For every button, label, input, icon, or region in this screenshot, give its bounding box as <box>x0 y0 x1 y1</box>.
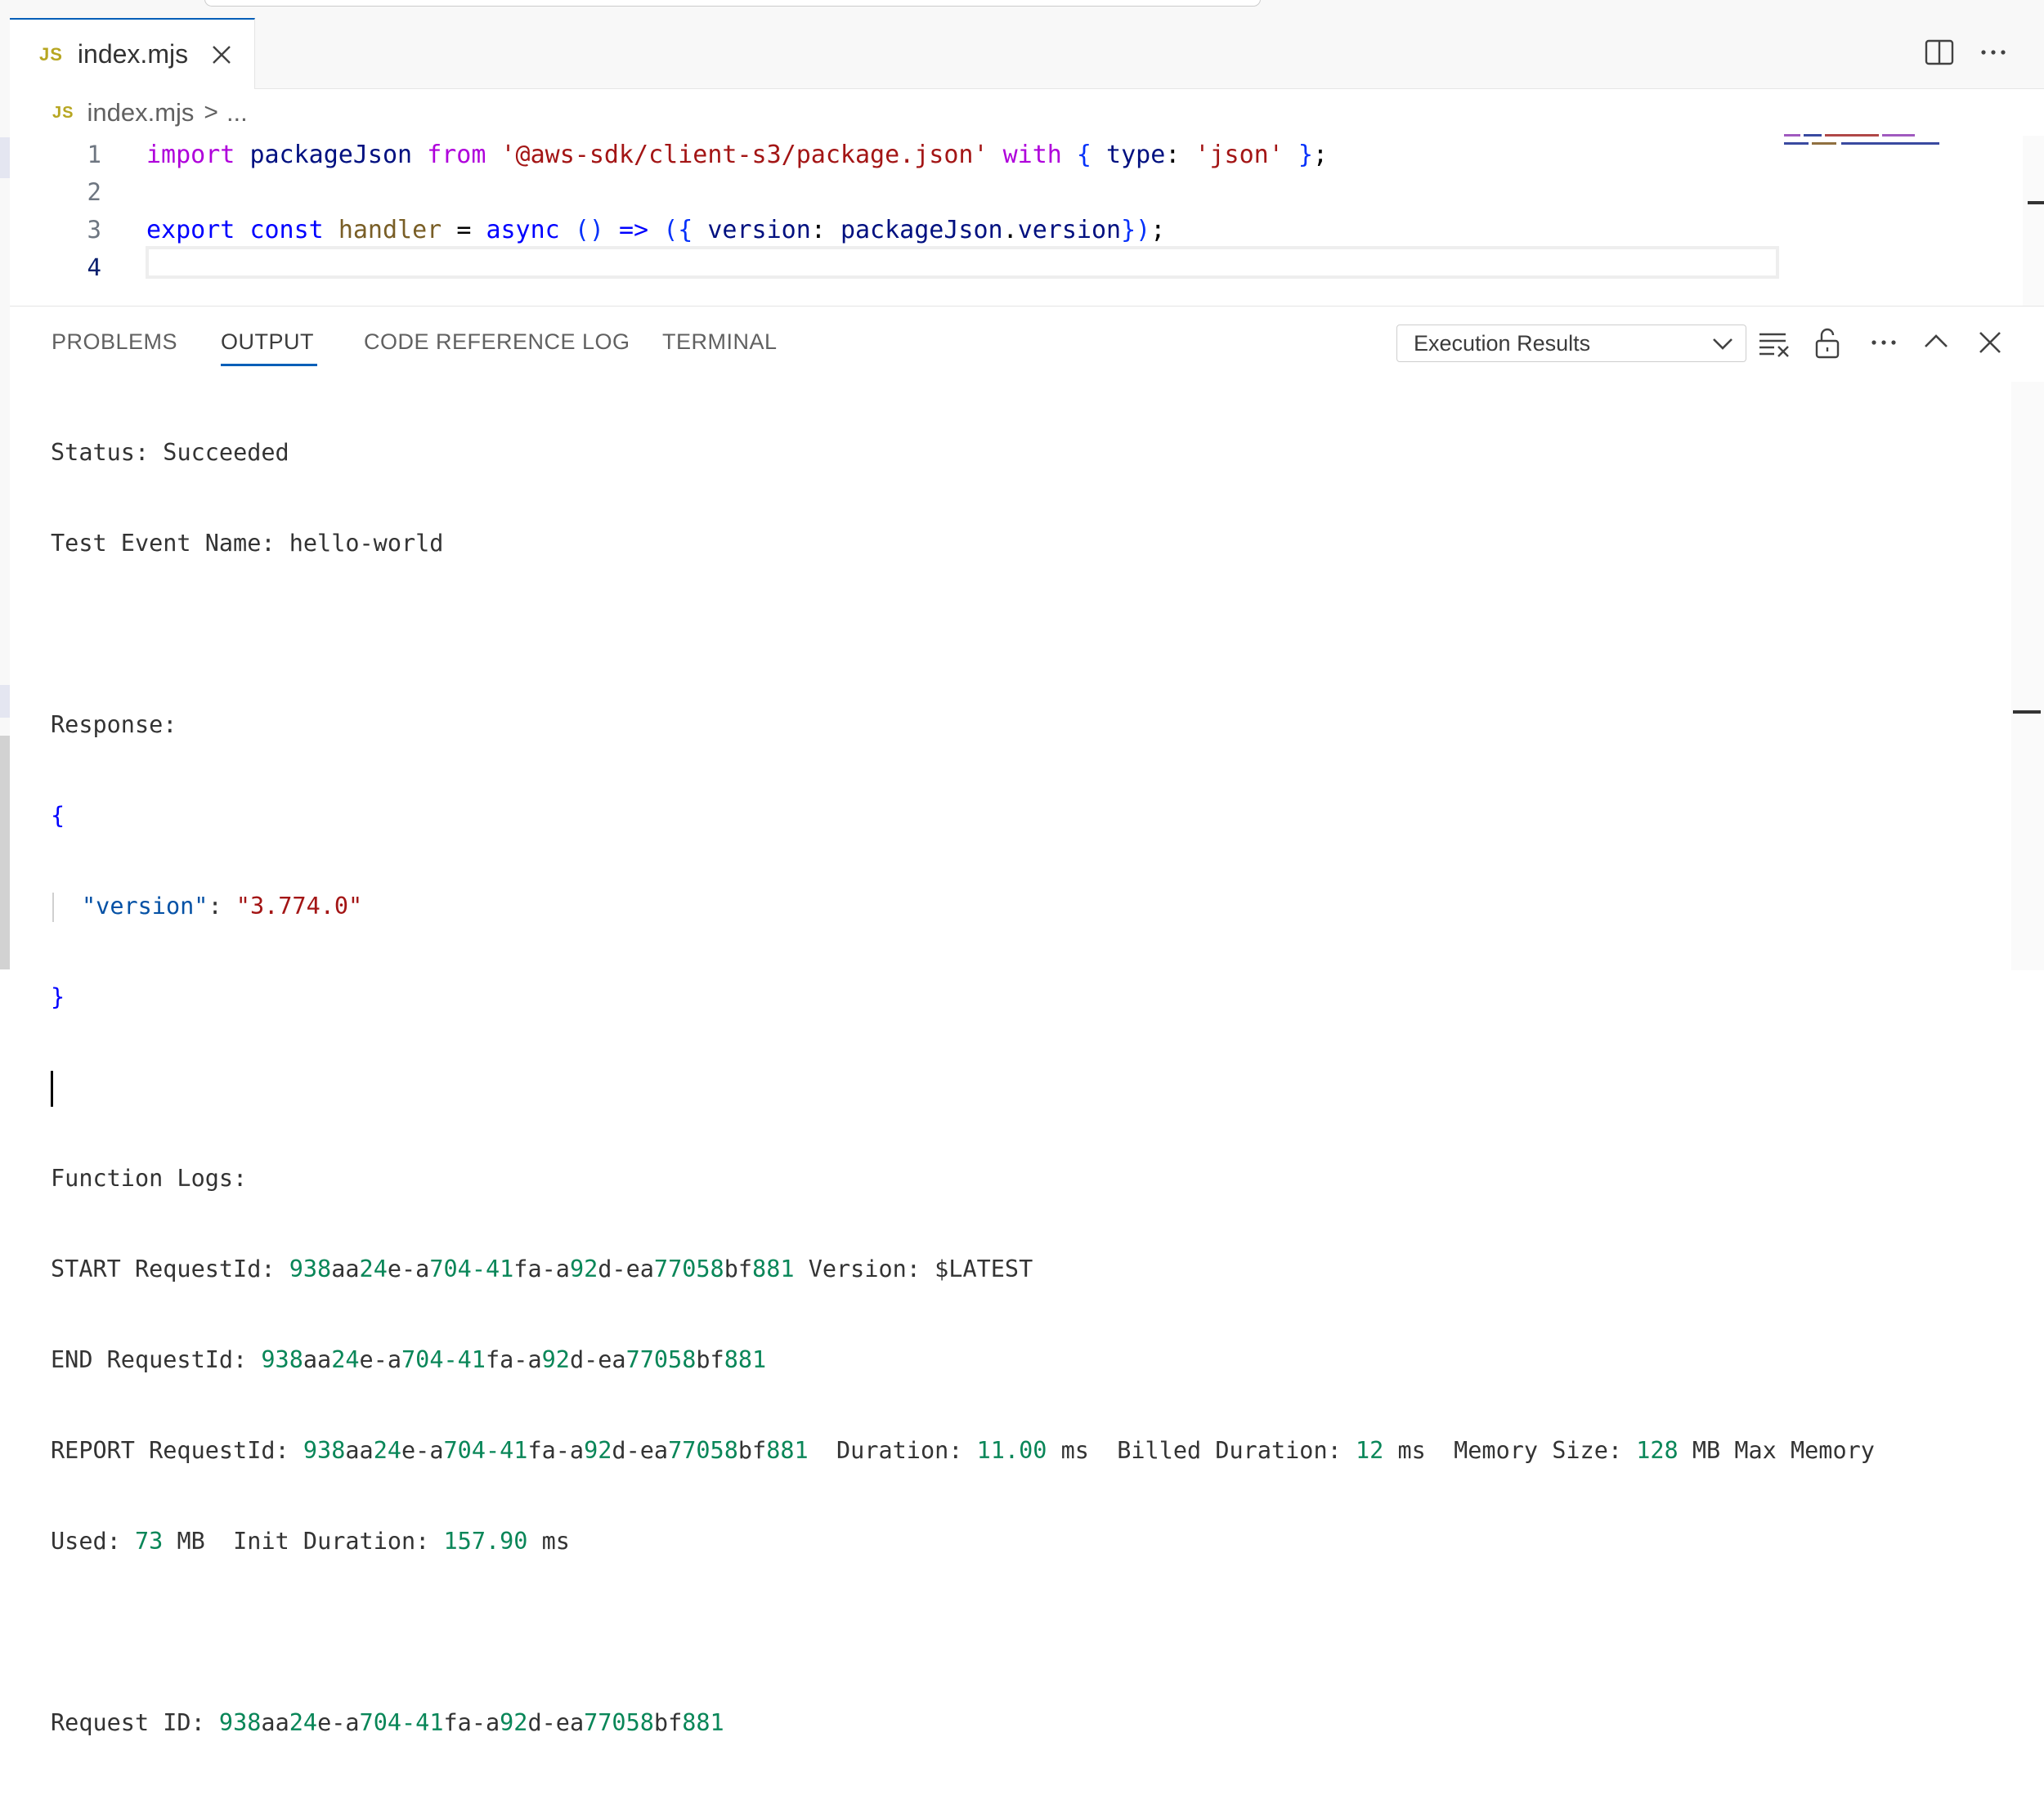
breadcrumb-file[interactable]: index.mjs <box>87 98 194 128</box>
output-line: Status: Succeeded <box>51 439 289 466</box>
output-line: { <box>51 802 65 829</box>
editor-scrollbar[interactable] <box>2023 136 2044 306</box>
request-id: 938aa24e-a704-41fa-a92d-ea77058bf881 <box>303 1437 809 1464</box>
panel-scrollbar[interactable] <box>2011 382 2044 970</box>
chevron-right-icon: > <box>204 99 218 126</box>
line-number: 4 <box>87 253 101 281</box>
tab-output[interactable]: OUTPUT <box>221 329 314 355</box>
line-number: 1 <box>87 141 101 168</box>
activity-marker <box>0 736 10 969</box>
output-line <box>51 1069 2013 1107</box>
maximize-panel-icon[interactable] <box>1918 325 1954 360</box>
output-line: "version": "3.774.0" <box>51 888 2013 924</box>
scroll-position-marker <box>2013 710 2041 714</box>
request-id: 938aa24e-a704-41fa-a92d-ea77058bf881 <box>289 1256 795 1282</box>
command-center[interactable] <box>204 0 1261 7</box>
request-id: 938aa24e-a704-41fa-a92d-ea77058bf881 <box>218 1709 724 1736</box>
javascript-file-icon: JS <box>39 43 63 65</box>
title-bar <box>10 0 2044 19</box>
output-channel-select[interactable]: Execution Results <box>1396 325 1746 362</box>
breadcrumb: JS index.mjs > ... <box>10 90 248 136</box>
text-cursor <box>51 1071 53 1107</box>
more-actions-icon[interactable] <box>1866 325 1902 360</box>
output-line: Function Logs: <box>51 1165 248 1192</box>
tab-terminal[interactable]: TERMINAL <box>662 329 778 355</box>
tab-index-mjs[interactable]: JS index.mjs <box>10 18 255 89</box>
output-line: END RequestId: 938aa24e-a704-41fa-a92d-e… <box>51 1346 767 1373</box>
activity-bar-strip <box>0 0 10 969</box>
current-line-highlight <box>146 246 1779 279</box>
output-line: Test Event Name: hello-world <box>51 530 444 557</box>
output-line: REPORT RequestId: 938aa24e-a704-41fa-a92… <box>51 1437 1875 1464</box>
output-log[interactable]: Status: Succeeded Test Event Name: hello… <box>51 380 2013 1795</box>
output-line: Request ID: 938aa24e-a704-41fa-a92d-ea77… <box>51 1709 724 1736</box>
request-id: 938aa24e-a704-41fa-a92d-ea77058bf881 <box>261 1346 767 1373</box>
code-editor[interactable]: 1 import packageJson from '@aws-sdk/clie… <box>10 134 2044 306</box>
output-line: Response: <box>51 711 177 738</box>
lock-scroll-icon[interactable] <box>1810 325 1846 360</box>
code-text: import packageJson from '@aws-sdk/client… <box>146 140 1328 169</box>
javascript-file-icon: JS <box>52 103 74 122</box>
bottom-panel: PROBLEMS OUTPUT CODE REFERENCE LOG TERMI… <box>10 306 2044 1736</box>
close-icon[interactable] <box>211 44 232 65</box>
output-line: } <box>51 983 65 1010</box>
editor-tab-bar: JS index.mjs <box>10 18 2044 89</box>
split-editor-icon[interactable] <box>1921 34 1957 70</box>
breadcrumb-more[interactable]: ... <box>226 98 248 128</box>
tab-label: index.mjs <box>77 39 189 69</box>
output-line: Used: 73 MB Init Duration: 157.90 ms <box>51 1528 570 1555</box>
line-number: 2 <box>87 178 101 206</box>
code-line: 2 <box>10 173 1784 211</box>
output-line: START RequestId: 938aa24e-a704-41fa-a92d… <box>51 1256 1033 1282</box>
code-line: 3 export const handler = async () => ({ … <box>10 211 1784 248</box>
chevron-down-icon <box>1711 333 1734 353</box>
line-number: 3 <box>87 216 101 244</box>
scroll-position-marker <box>2028 201 2044 204</box>
more-actions-icon[interactable] <box>1975 34 2011 70</box>
close-panel-icon[interactable] <box>1972 325 2008 360</box>
code-line: 1 import packageJson from '@aws-sdk/clie… <box>10 136 1784 173</box>
output-channel-value: Execution Results <box>1414 330 1591 356</box>
activity-marker <box>0 137 10 178</box>
clear-output-icon[interactable] <box>1756 326 1792 362</box>
minimap[interactable] <box>1784 134 1964 159</box>
panel-header: PROBLEMS OUTPUT CODE REFERENCE LOG TERMI… <box>10 307 2044 382</box>
tab-problems[interactable]: PROBLEMS <box>52 329 177 355</box>
tab-code-reference-log[interactable]: CODE REFERENCE LOG <box>364 329 630 355</box>
active-tab-indicator <box>221 364 317 366</box>
code-text: export const handler = async () => ({ ve… <box>146 215 1166 244</box>
activity-marker <box>0 685 10 718</box>
